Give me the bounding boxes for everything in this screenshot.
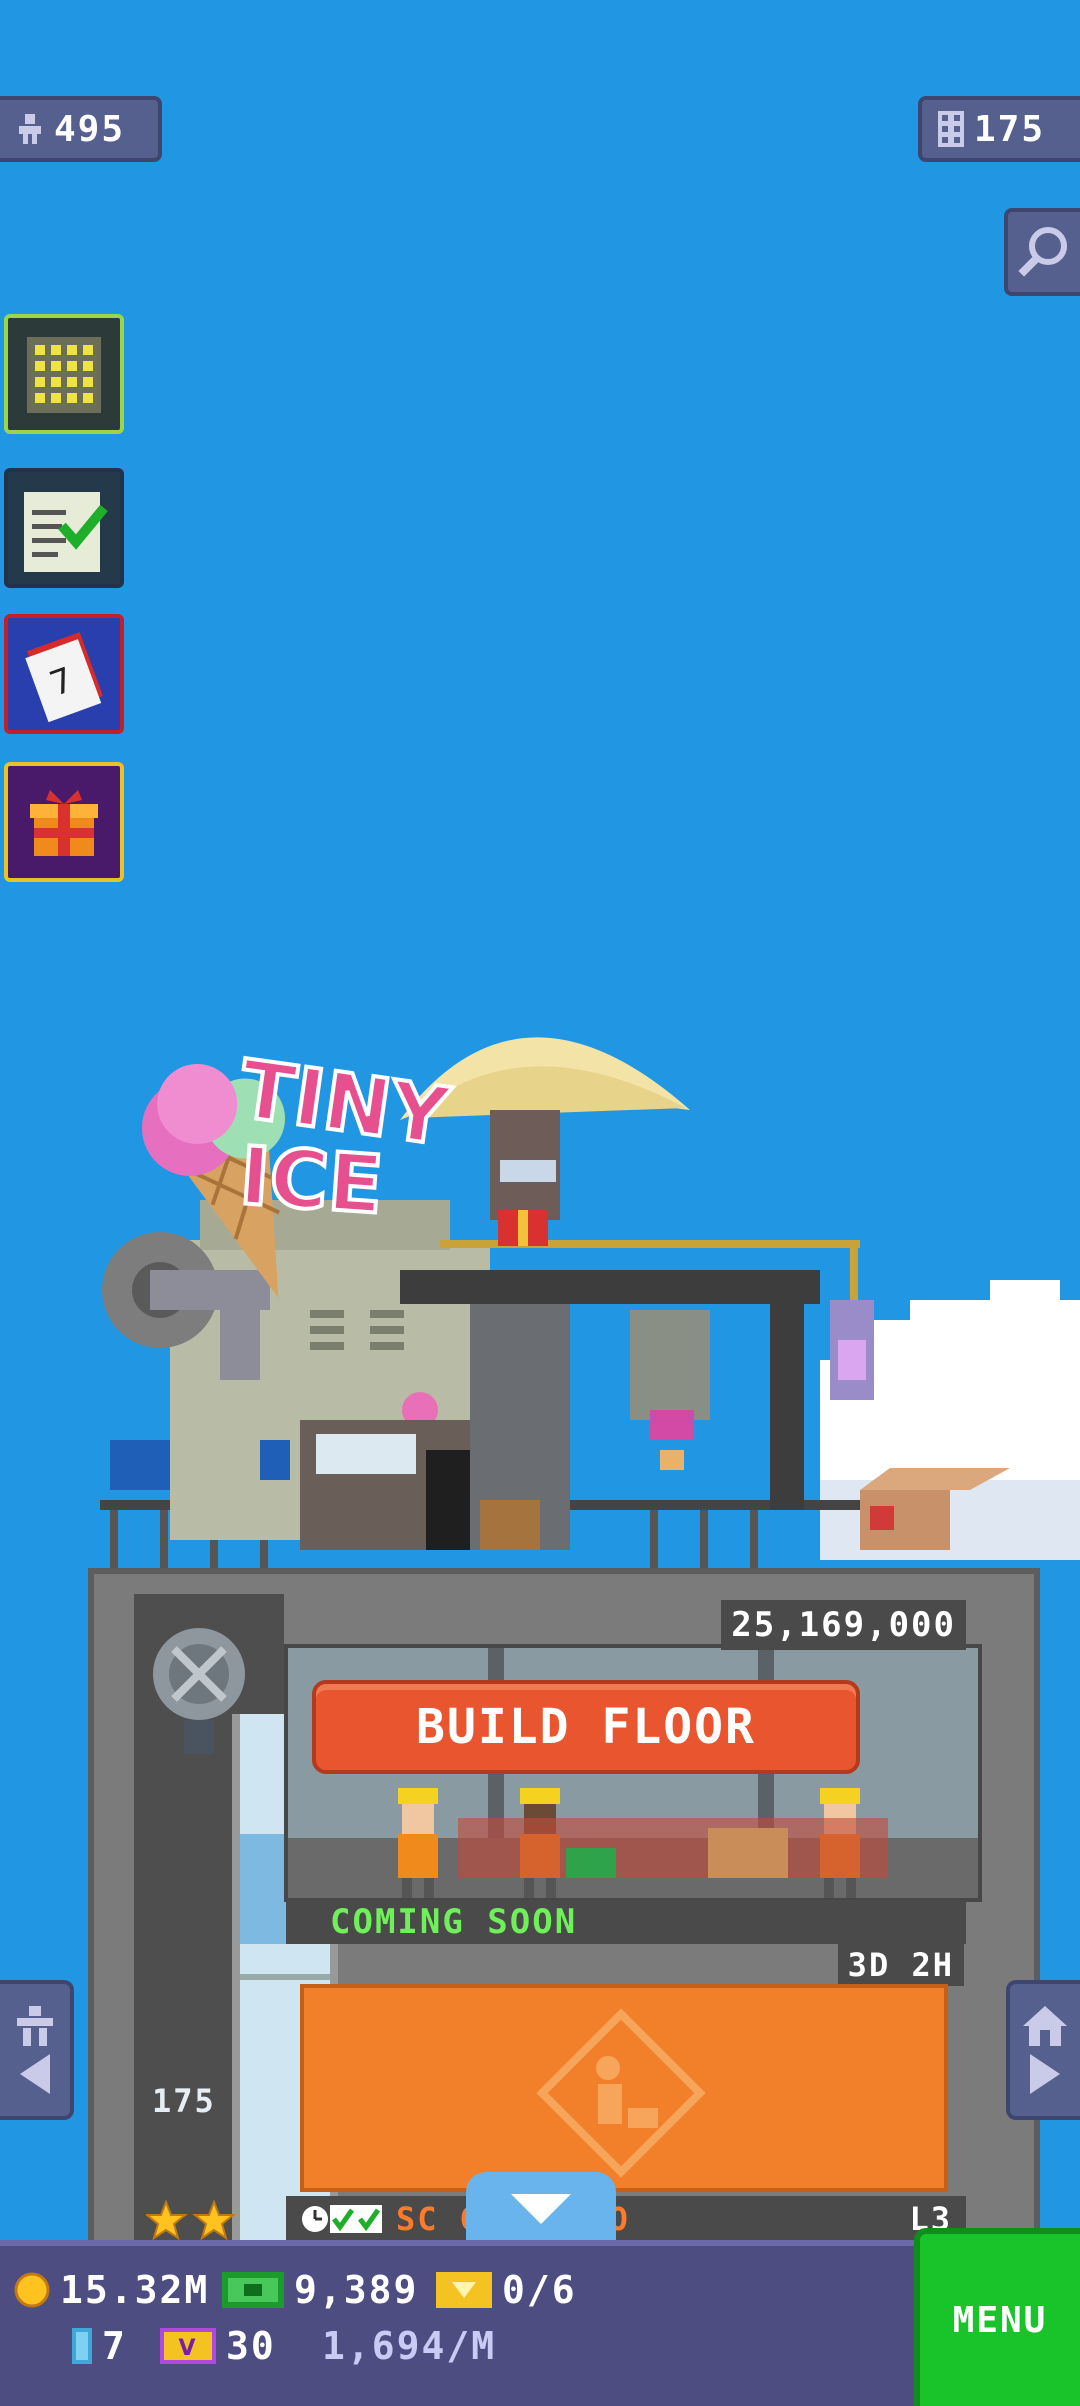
- floors-counter[interactable]: 175: [918, 96, 1080, 162]
- income-rate: 1,694/M: [322, 2324, 496, 2368]
- check-icon: [356, 2205, 382, 2233]
- magnifier-icon: [1018, 227, 1067, 277]
- nav-right-button[interactable]: [1006, 1980, 1080, 2120]
- vip-ticket-icon: V: [160, 2328, 216, 2364]
- worker-figure: [398, 1788, 438, 1898]
- construction-sign-icon: [536, 2008, 706, 2178]
- construction-timer: 3D 2H: [837, 1944, 964, 1986]
- calendar-button[interactable]: 7: [4, 614, 124, 734]
- cash-icon: [222, 2272, 284, 2308]
- calendar-icon: 7: [25, 632, 103, 722]
- floors-value: 175: [974, 108, 1046, 150]
- key-icon: [72, 2328, 92, 2364]
- coin-icon: [14, 2272, 50, 2308]
- check-icon: [330, 2205, 356, 2233]
- tower-overview-button[interactable]: [4, 314, 124, 434]
- construction-tarp[interactable]: [300, 1984, 948, 2192]
- vip-stat[interactable]: V 30: [160, 2324, 276, 2368]
- floor-footer[interactable]: SC G STUDIO L3: [286, 2196, 966, 2242]
- nav-left-button[interactable]: [0, 1980, 74, 2120]
- population-value: 495: [54, 108, 126, 150]
- building-grid-icon: [27, 337, 101, 413]
- arrow-left-icon: [20, 2054, 50, 2094]
- building-icon: [938, 111, 964, 147]
- svg-text:ICE: ICE: [237, 1129, 386, 1232]
- home-icon: [1023, 2006, 1067, 2046]
- checklist-icon: [24, 492, 108, 572]
- tickets-value: 0/6: [502, 2268, 577, 2312]
- svg-text:V: V: [178, 2336, 197, 2361]
- missions-button[interactable]: [4, 468, 124, 588]
- coins-stat[interactable]: 15.32M: [14, 2268, 209, 2312]
- keys-value: 7: [102, 2324, 127, 2368]
- rooftop-factory: TINY ICE: [100, 1037, 1010, 1570]
- bux-value: 9,389: [294, 2268, 419, 2312]
- coming-soon-banner: COMING SOON: [286, 1900, 966, 1944]
- gift-button[interactable]: [4, 762, 124, 882]
- arrow-right-icon: [1030, 2054, 1060, 2094]
- ticket-icon: [436, 2272, 492, 2308]
- chevron-down-icon: [511, 2194, 571, 2224]
- elevator-level: 175: [152, 2082, 216, 2120]
- coins-value: 15.32M: [60, 2268, 210, 2312]
- elevator-stars-icon: [146, 2200, 236, 2240]
- vip-value: 30: [226, 2324, 276, 2368]
- build-floor-button[interactable]: BUILD FLOOR: [312, 1680, 860, 1774]
- menu-button[interactable]: MENU: [914, 2228, 1080, 2406]
- population-counter[interactable]: 495: [0, 96, 162, 162]
- person-icon: [19, 114, 41, 144]
- search-button[interactable]: [1004, 208, 1080, 296]
- gift-icon: [30, 790, 98, 856]
- build-cost-label: 25,169,000: [721, 1600, 966, 1650]
- bux-stat[interactable]: 9,389: [222, 2268, 418, 2312]
- person-icon: [17, 2006, 53, 2046]
- income-rate-value: 1,694/M: [322, 2324, 497, 2368]
- keys-stat[interactable]: 7: [72, 2324, 127, 2368]
- scroll-down-button[interactable]: [466, 2172, 616, 2246]
- clock-icon: [302, 2206, 328, 2232]
- tickets-stat[interactable]: 0/6: [436, 2268, 577, 2312]
